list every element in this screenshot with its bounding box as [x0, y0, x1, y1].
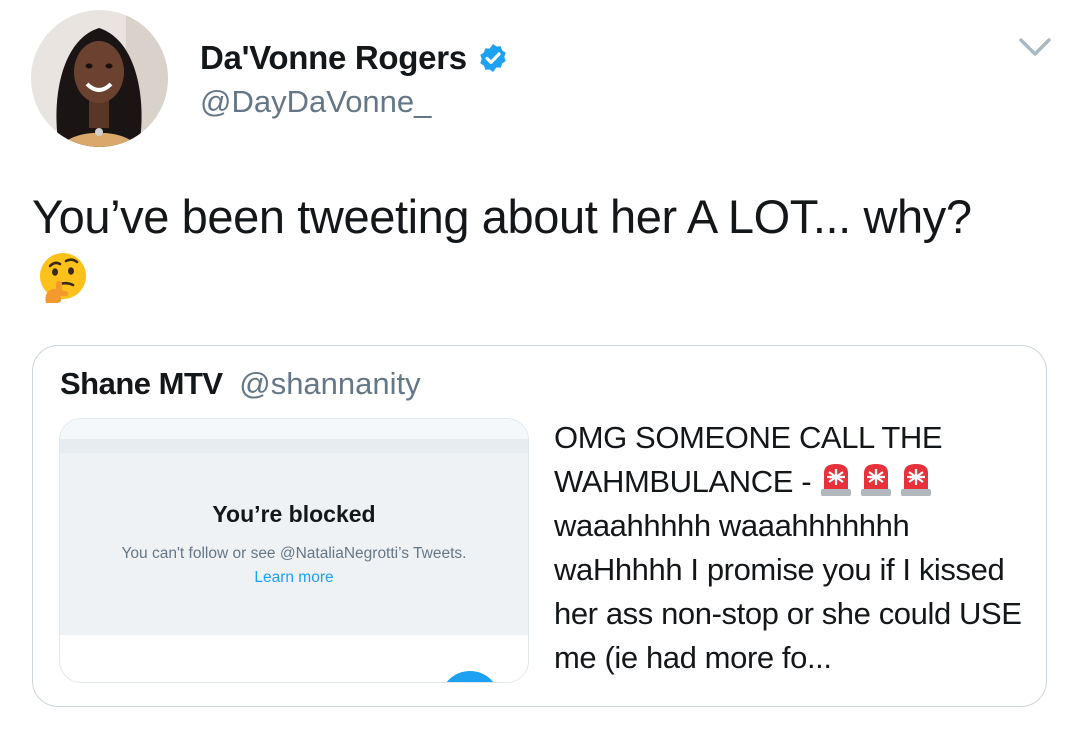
- police-car-light-icon: [861, 464, 892, 496]
- quoted-tweet-card[interactable]: Shane MTV @shannanity You’re blocked You…: [32, 345, 1047, 707]
- police-car-light-icon: [821, 464, 852, 496]
- blocked-title: You’re blocked: [212, 501, 376, 527]
- thinking-face-icon: [40, 253, 86, 303]
- blocked-description: You can't follow or see @NataliaNegrotti…: [121, 545, 467, 562]
- learn-more-link[interactable]: Learn more: [60, 569, 528, 587]
- compose-fab-icon: [440, 671, 500, 682]
- quoted-text-part-2: waaahhhhh waaahhhhhhh waHhhhh I promise …: [554, 508, 1022, 675]
- quoted-author-name: Shane MTV: [60, 366, 223, 401]
- author-handle[interactable]: @DayDaVonne_: [200, 84, 431, 120]
- author-display-name[interactable]: Da'Vonne Rogers: [200, 39, 467, 77]
- quoted-author-handle: @shannanity: [239, 366, 421, 401]
- media-divider: [60, 439, 528, 453]
- blocked-panel: [60, 453, 528, 635]
- quoted-tweet-media[interactable]: You’re blocked You can't follow or see @…: [59, 418, 529, 683]
- siren-emoji-group: [819, 464, 939, 499]
- verified-badge-icon: [480, 44, 506, 72]
- media-top-bar: [60, 419, 528, 439]
- quoted-tweet-header: Shane MTV @shannanity: [60, 366, 421, 402]
- author-name-row[interactable]: Da'Vonne Rogers: [200, 38, 509, 78]
- profile-photo: [31, 10, 168, 147]
- tweet-text: You’ve been tweeting about her A LOT... …: [32, 190, 972, 243]
- quoted-tweet-text: OMG SOMEONE CALL THE WAHMBULANCE - waaah…: [554, 416, 1024, 680]
- avatar[interactable]: [31, 10, 168, 147]
- chevron-down-icon[interactable]: [1018, 36, 1052, 58]
- police-car-light-icon: [901, 464, 932, 496]
